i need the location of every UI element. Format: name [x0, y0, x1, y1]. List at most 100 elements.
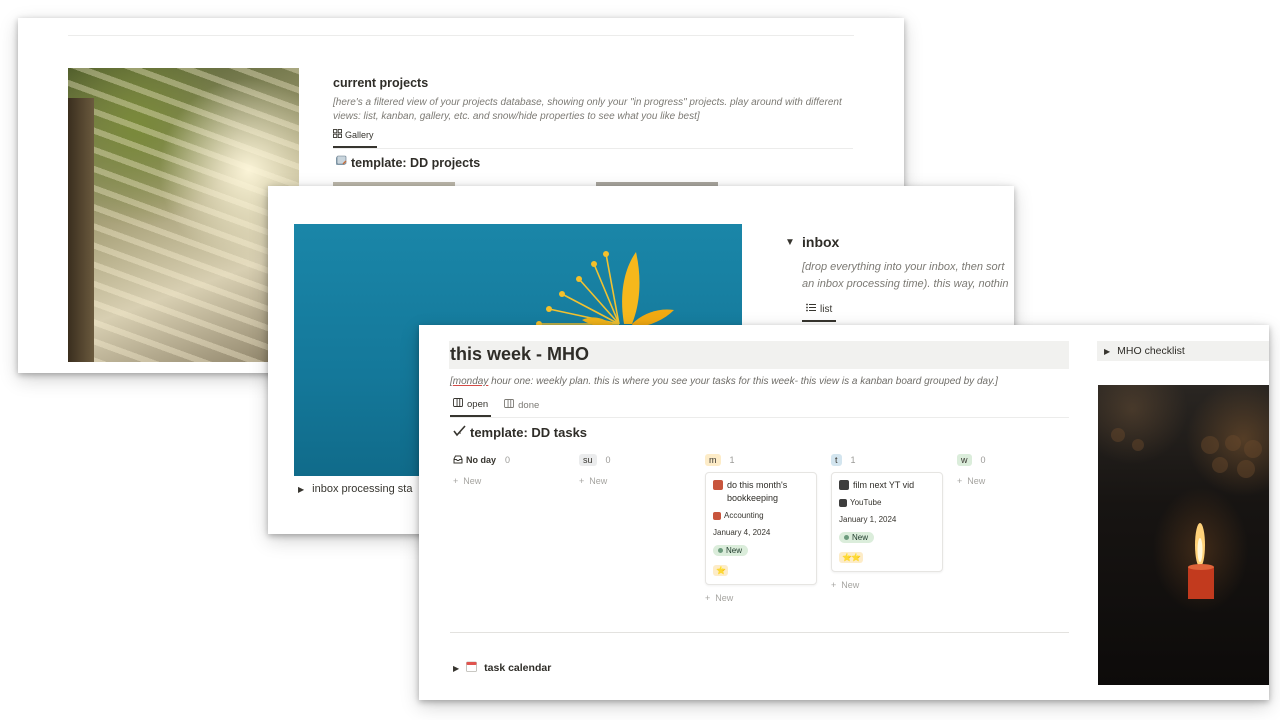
desc-bracket: ] [995, 376, 998, 387]
this-week-page-card: this week - MHO [monday hour one: weekly… [419, 325, 1269, 700]
plus-icon: + [957, 476, 963, 486]
board-column-t: t 1 film next YT vid YouTube January 1, … [831, 453, 945, 590]
column-header: w 0 [957, 453, 1071, 467]
status-dot [844, 535, 849, 540]
board-column-no-day: No day 0 + New [453, 453, 567, 486]
new-label: New [841, 580, 860, 590]
column-header: m 1 [705, 453, 819, 467]
inbox-description: [drop everything into your inbox, then s… [802, 259, 1014, 293]
new-label: New [463, 476, 482, 486]
mho-checklist-toggle[interactable]: ▶ MHO checklist [1104, 345, 1185, 357]
view-tabs: open done [450, 398, 542, 417]
column-label: m [705, 454, 721, 466]
task-title-text: film next YT vid [853, 480, 915, 490]
database-title[interactable]: template: DD tasks [453, 425, 587, 440]
task-title: film next YT vid [839, 479, 936, 492]
toggle-label: task calendar [484, 662, 552, 674]
tab-label: open [467, 398, 489, 410]
priority-stars: ⭐⭐ [839, 552, 863, 563]
inbox-description-line: an inbox processing time). this way, not… [802, 278, 1009, 290]
status-text: New [852, 533, 869, 542]
status-text: New [726, 546, 743, 555]
tab-done[interactable]: done [501, 398, 542, 417]
task-tag: Accounting [713, 511, 810, 520]
tab-label: done [518, 399, 540, 411]
column-label-text: No day [466, 455, 497, 465]
new-card-button[interactable]: + New [831, 580, 945, 590]
board-column-su: su 0 + New [579, 453, 693, 486]
new-card-button[interactable]: + New [579, 476, 693, 486]
tab-label: list [820, 303, 833, 315]
task-card[interactable]: do this month's bookkeeping Accounting J… [705, 472, 817, 585]
column-count: 1 [850, 455, 856, 465]
gallery-icon [333, 129, 342, 140]
page-title[interactable]: this week - MHO [450, 344, 589, 365]
plus-icon: + [705, 593, 711, 603]
inbox-title: inbox [802, 234, 840, 250]
board-icon [504, 399, 515, 411]
ledger-icon [713, 512, 721, 520]
column-count: 0 [605, 455, 611, 465]
plus-icon: + [831, 580, 837, 590]
column-label: w [957, 454, 972, 466]
tab-list[interactable]: list [802, 303, 837, 322]
plus-icon: + [579, 476, 585, 486]
column-header: t 1 [831, 453, 945, 467]
column-count: 0 [505, 455, 511, 465]
task-tag-text: Accounting [724, 511, 764, 520]
inbox-tray-icon [453, 455, 463, 466]
inbox-description-line: [drop everything into your inbox, then s… [802, 261, 1005, 273]
task-card[interactable]: film next YT vid YouTube January 1, 2024… [831, 472, 943, 572]
plus-icon: + [453, 476, 459, 486]
task-tag: YouTube [839, 498, 936, 507]
new-label: New [589, 476, 608, 486]
task-date: January 4, 2024 [713, 528, 771, 537]
tab-underline [450, 417, 1069, 418]
task-calendar-toggle[interactable]: ▶ task calendar [453, 661, 551, 675]
column-count: 0 [980, 455, 986, 465]
column-count: 1 [729, 455, 735, 465]
column-label: t [831, 454, 842, 466]
toggle-triangle-icon[interactable]: ▼ [785, 237, 795, 248]
column-header: No day 0 [453, 453, 567, 467]
priority-stars: ⭐ [713, 565, 728, 576]
toggle-triangle-icon[interactable]: ▶ [298, 485, 304, 494]
board-icon [453, 398, 463, 410]
tab-underline [333, 148, 853, 149]
tasks-check-icon [453, 425, 467, 440]
board-column-w: w 0 + New [957, 453, 1071, 486]
task-title: do this month's bookkeeping [713, 479, 810, 505]
column-label: su [579, 454, 597, 466]
new-card-button[interactable]: + New [957, 476, 1071, 486]
column-header: su 0 [579, 453, 693, 467]
desc-text: hour one: weekly plan. this is where you… [488, 376, 996, 387]
tab-open[interactable]: open [450, 398, 492, 417]
toggle-triangle-icon[interactable]: ▶ [453, 664, 459, 673]
new-card-button[interactable]: + New [453, 476, 567, 486]
database-title-label: template: DD tasks [470, 425, 588, 440]
ledger-icon [713, 480, 723, 490]
new-label: New [967, 476, 986, 486]
section-description: [here's a filtered view of your projects… [333, 97, 842, 122]
inbox-processing-toggle[interactable]: ▶ inbox processing sta [298, 483, 412, 495]
new-label: New [715, 593, 734, 603]
divider [450, 632, 1069, 633]
tab-gallery[interactable]: Gallery [333, 129, 377, 148]
video-camera-icon [839, 499, 847, 507]
task-title-text: do this month's bookkeeping [727, 480, 788, 503]
section-title: current projects [333, 76, 429, 90]
calendar-icon [466, 661, 478, 675]
board-column-m: m 1 do this month's bookkeeping Accounti… [705, 453, 819, 603]
new-card-button[interactable]: + New [705, 593, 819, 603]
projects-icon [335, 155, 347, 170]
database-title[interactable]: template: DD projects [335, 155, 480, 170]
toggle-triangle-icon[interactable]: ▶ [1104, 347, 1110, 356]
toggle-label: MHO checklist [1117, 345, 1185, 357]
database-title-label: template: DD projects [351, 155, 481, 170]
toggle-label: inbox processing sta [312, 483, 413, 495]
list-icon [806, 303, 816, 315]
tree-trunk [68, 98, 94, 362]
divider [68, 35, 854, 36]
video-camera-icon [839, 480, 849, 490]
forest-sunlight-photo [68, 68, 299, 362]
